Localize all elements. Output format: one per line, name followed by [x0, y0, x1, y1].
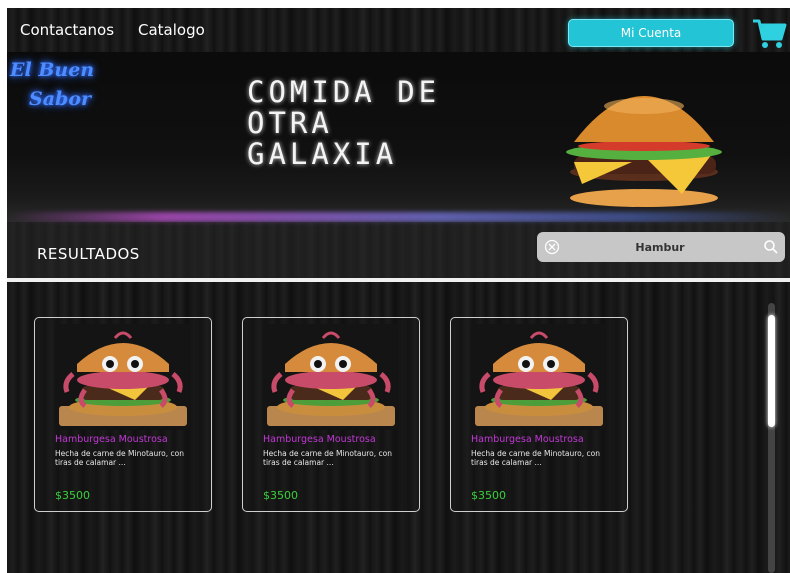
results-title: RESULTADOS [37, 245, 140, 263]
top-navigation: Contactanos Catalogo Mi Cuenta [7, 8, 790, 52]
product-card[interactable]: Hamburgesa Moustrosa Hecha de carne de M… [34, 317, 212, 512]
product-description: Hecha de carne de Minotauro, con tiras d… [471, 449, 600, 467]
logo-line-1: El Buen [10, 59, 95, 81]
search-input[interactable] [567, 232, 753, 262]
nav-contact-link[interactable]: Contactanos [20, 21, 114, 39]
logo-line-2: Sabor [29, 88, 92, 110]
search-bar[interactable] [537, 232, 785, 262]
slogan-line-3: GALAXIA [247, 137, 398, 171]
clear-circle-icon[interactable] [544, 239, 560, 255]
product-image [55, 324, 191, 430]
product-card[interactable]: Hamburgesa Moustrosa Hecha de carne de M… [242, 317, 420, 512]
product-image [263, 324, 399, 430]
product-name[interactable]: Hamburgesa Moustrosa [471, 434, 584, 445]
my-account-button[interactable]: Mi Cuenta [568, 19, 734, 47]
product-name[interactable]: Hamburgesa Moustrosa [55, 434, 168, 445]
app-window: Contactanos Catalogo Mi Cuenta El Buen S… [7, 8, 790, 573]
slogan-line-2: OTRA [247, 106, 333, 140]
slogan-line-1: COMIDA DE [247, 75, 441, 109]
search-icon[interactable] [763, 239, 779, 255]
product-price: $3500 [263, 489, 298, 502]
product-description: Hecha de carne de Minotauro, con tiras d… [263, 449, 392, 467]
hero-slogan: COMIDA DE OTRA GALAXIA [247, 77, 440, 170]
product-image [471, 324, 607, 430]
product-card[interactable]: Hamburgesa Moustrosa Hecha de carne de M… [450, 317, 628, 512]
hero-neon-line [7, 212, 790, 222]
product-price: $3500 [471, 489, 506, 502]
brand-logo[interactable]: El Buen Sabor [7, 55, 107, 117]
hero-burger-image [566, 96, 722, 207]
product-description: Hecha de carne de Minotauro, con tiras d… [55, 449, 184, 467]
hero-banner: El Buen Sabor COMIDA DE OTRA GALAXIA [7, 52, 790, 222]
shopping-cart-icon[interactable] [751, 17, 787, 51]
section-divider [7, 278, 790, 282]
product-price: $3500 [55, 489, 90, 502]
nav-catalog-link[interactable]: Catalogo [138, 21, 205, 39]
product-name[interactable]: Hamburgesa Moustrosa [263, 434, 376, 445]
scrollbar-thumb[interactable] [768, 315, 775, 427]
